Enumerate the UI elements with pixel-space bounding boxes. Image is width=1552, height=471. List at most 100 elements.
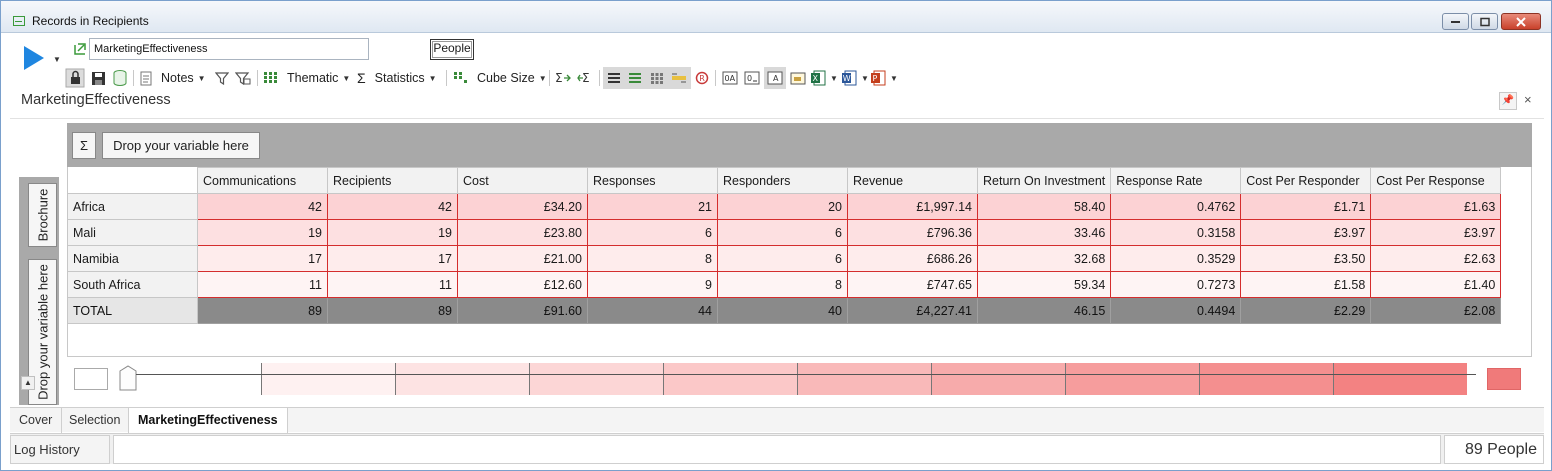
row-header[interactable]: Africa xyxy=(67,193,198,220)
table-cell[interactable]: 0.3158 xyxy=(1110,219,1242,246)
view-lines-button[interactable] xyxy=(607,67,621,89)
slider-track[interactable] xyxy=(136,374,1476,375)
thematic-menu[interactable]: Thematic ▼ xyxy=(264,67,350,89)
table-cell[interactable]: 33.46 xyxy=(976,219,1112,246)
table-cell[interactable]: £796.36 xyxy=(847,219,978,246)
export-excel-menu[interactable]: X ▼ xyxy=(810,67,838,89)
table-cell[interactable]: £1.71 xyxy=(1240,193,1372,220)
total-cell[interactable]: £2.08 xyxy=(1370,297,1502,324)
view-green-lines-button[interactable] xyxy=(628,67,642,89)
table-cell[interactable]: £1,997.14 xyxy=(847,193,978,220)
total-cell[interactable]: 46.15 xyxy=(976,297,1112,324)
table-cell[interactable]: 42 xyxy=(327,193,458,220)
column-header[interactable]: Return On Investment xyxy=(976,167,1112,194)
tab-marketingeffectiveness[interactable]: MarketingEffectiveness xyxy=(128,408,288,433)
table-cell[interactable]: 11 xyxy=(197,271,328,298)
table-cell[interactable]: £21.00 xyxy=(457,245,588,272)
total-cell[interactable]: 89 xyxy=(197,297,328,324)
table-cell[interactable]: £1.63 xyxy=(1370,193,1502,220)
table-cell[interactable]: £34.20 xyxy=(457,193,588,220)
export-word-menu[interactable]: W ▼ xyxy=(841,67,869,89)
notes-menu[interactable]: Notes ▼ xyxy=(140,67,206,89)
row-header[interactable]: Namibia xyxy=(67,245,198,272)
total-row-header[interactable]: TOTAL xyxy=(67,297,198,324)
close-button[interactable] xyxy=(1501,13,1541,30)
sum-rows-button[interactable]: Σ xyxy=(555,67,571,89)
table-cell[interactable]: 9 xyxy=(587,271,718,298)
row-header[interactable]: Mali xyxy=(67,219,198,246)
column-header[interactable]: Responders xyxy=(717,167,848,194)
pin-icon[interactable]: 📌 xyxy=(1499,92,1517,110)
table-cell[interactable]: £1.58 xyxy=(1240,271,1372,298)
total-cell[interactable]: 44 xyxy=(587,297,718,324)
table-cell[interactable]: 8 xyxy=(717,271,848,298)
table-cell[interactable]: 0.4762 xyxy=(1110,193,1242,220)
people-button[interactable]: People xyxy=(430,39,474,60)
column-header[interactable]: Recipients xyxy=(327,167,458,194)
table-cell[interactable]: 6 xyxy=(717,245,848,272)
column-header[interactable]: Responses xyxy=(587,167,718,194)
export-powerpoint-menu[interactable]: P ▼ xyxy=(870,67,898,89)
restore-button[interactable] xyxy=(1471,13,1498,30)
minimize-button[interactable] xyxy=(1442,13,1469,30)
row-header[interactable]: South Africa xyxy=(67,271,198,298)
table-cell[interactable]: £3.97 xyxy=(1240,219,1372,246)
table-cell[interactable]: 17 xyxy=(327,245,458,272)
table-cell[interactable]: 17 xyxy=(197,245,328,272)
log-history-button[interactable]: Log History xyxy=(10,435,110,464)
save-button[interactable] xyxy=(91,67,106,89)
column-header[interactable]: Response Rate xyxy=(1110,167,1242,194)
analysis-name-input[interactable] xyxy=(89,38,369,60)
clear-filter-button[interactable] xyxy=(235,67,251,89)
tab-selection[interactable]: Selection xyxy=(60,408,131,433)
close-panel-icon[interactable]: × xyxy=(1524,92,1532,107)
table-cell[interactable]: 58.40 xyxy=(976,193,1112,220)
table-cell[interactable]: £12.60 xyxy=(457,271,588,298)
tab-cover[interactable]: Cover xyxy=(10,408,63,433)
format-text-button[interactable]: A xyxy=(764,67,786,89)
table-cell[interactable]: 59.34 xyxy=(976,271,1112,298)
table-cell[interactable]: 19 xyxy=(197,219,328,246)
highlight-button[interactable] xyxy=(671,67,687,89)
statistics-menu[interactable]: Σ Statistics ▼ xyxy=(357,67,437,89)
table-cell[interactable]: 42 xyxy=(197,193,328,220)
table-cell[interactable]: £3.97 xyxy=(1370,219,1502,246)
sum-columns-button[interactable]: Σ xyxy=(577,67,593,89)
total-cell[interactable]: 40 xyxy=(717,297,848,324)
table-cell[interactable]: £747.65 xyxy=(847,271,978,298)
column-header[interactable]: Cost xyxy=(457,167,588,194)
run-play-icon[interactable] xyxy=(23,45,45,71)
total-cell[interactable]: 89 xyxy=(327,297,458,324)
table-cell[interactable]: 0.7273 xyxy=(1110,271,1242,298)
table-cell[interactable]: £686.26 xyxy=(847,245,978,272)
table-cell[interactable]: 21 xyxy=(587,193,718,220)
filter-button[interactable] xyxy=(215,67,229,89)
table-cell[interactable]: 6 xyxy=(587,219,718,246)
chart-button[interactable] xyxy=(790,67,806,89)
table-cell[interactable]: 19 xyxy=(327,219,458,246)
record-button[interactable]: R xyxy=(695,67,709,89)
table-cell[interactable]: 20 xyxy=(717,193,848,220)
table-cell[interactable]: £3.50 xyxy=(1240,245,1372,272)
column-header[interactable]: Cost Per Responder xyxy=(1240,167,1372,194)
scroll-up-icon[interactable]: ▲ xyxy=(21,376,35,390)
table-cell[interactable]: 6 xyxy=(717,219,848,246)
total-cell[interactable]: £4,227.41 xyxy=(847,297,978,324)
table-cell[interactable]: 32.68 xyxy=(976,245,1112,272)
total-cell[interactable]: 0.4494 xyxy=(1110,297,1242,324)
table-cell[interactable]: 8 xyxy=(587,245,718,272)
legend-start-swatch[interactable] xyxy=(74,368,108,390)
format-decimal-button[interactable]: 0A xyxy=(722,67,738,89)
row-variable-brochure[interactable]: Brochure xyxy=(28,183,57,247)
format-zero-button[interactable]: 0 xyxy=(744,67,760,89)
total-cell[interactable]: £91.60 xyxy=(457,297,588,324)
table-cell[interactable]: £1.40 xyxy=(1370,271,1502,298)
total-cell[interactable]: £2.29 xyxy=(1240,297,1372,324)
run-dropdown-chevron-icon[interactable]: ▼ xyxy=(53,55,61,64)
lock-button[interactable] xyxy=(65,67,85,89)
slider-handle-icon[interactable] xyxy=(119,365,137,391)
column-drop-zone[interactable]: Drop your variable here xyxy=(102,132,260,159)
table-cell[interactable]: 0.3529 xyxy=(1110,245,1242,272)
sigma-button[interactable]: Σ xyxy=(72,132,96,159)
column-header[interactable]: Revenue xyxy=(847,167,978,194)
